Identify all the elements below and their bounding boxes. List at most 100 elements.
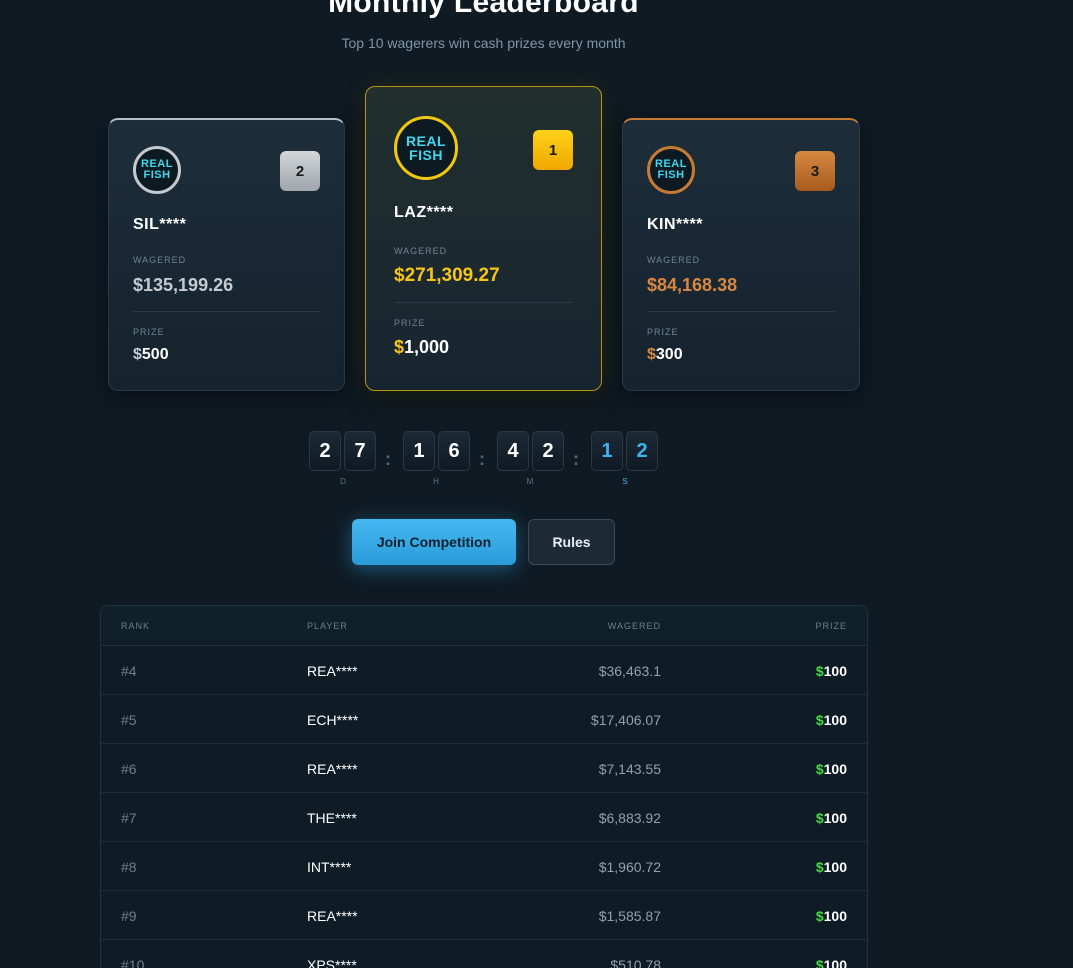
countdown-digit-days: 7 — [344, 431, 376, 471]
table-header: RANK PLAYER WAGERED PRIZE — [101, 606, 867, 646]
row-rank: #8 — [121, 859, 137, 875]
countdown-digit-minutes: 2 — [532, 431, 564, 471]
prize-label: PRIZE — [647, 327, 679, 337]
countdown-unit-minutes: M — [526, 477, 534, 486]
countdown-digit-minutes: 4 — [497, 431, 529, 471]
row-prize: $100 — [816, 761, 847, 777]
countdown-digit-days: 2 — [309, 431, 341, 471]
player-name: SIL**** — [133, 216, 187, 233]
countdown-separator: : — [385, 449, 391, 469]
currency-symbol: $ — [815, 810, 824, 826]
row-wagered: $1,585.87 — [598, 908, 661, 924]
player-name: KIN**** — [647, 216, 703, 233]
row-player: XPS**** — [307, 957, 357, 968]
wagered-label: WAGERED — [133, 255, 187, 265]
row-rank: #7 — [121, 810, 137, 826]
podium-card-first: REAL FISH 1 LAZ**** WAGERED $271,309.27 … — [365, 86, 602, 391]
currency-symbol: $ — [815, 712, 824, 728]
row-player: THE**** — [307, 810, 357, 826]
table-row: #10 XPS**** $510.78 $100 — [101, 940, 867, 968]
row-wagered: $36,463.1 — [598, 663, 661, 679]
row-rank: #10 — [121, 957, 145, 968]
row-prize: $100 — [816, 908, 847, 924]
header-rank: RANK — [121, 621, 151, 631]
currency-symbol: $ — [133, 346, 142, 363]
row-prize: $100 — [816, 663, 847, 679]
row-wagered: $6,883.92 — [598, 810, 661, 826]
currency-symbol: $ — [394, 337, 405, 357]
countdown-digit-seconds: 2 — [626, 431, 658, 471]
row-rank: #6 — [121, 761, 137, 777]
prize-label: PRIZE — [133, 327, 165, 337]
prize-value: 100 — [823, 859, 847, 875]
row-player: REA**** — [307, 663, 358, 679]
countdown-digit-hours: 1 — [403, 431, 435, 471]
podium-card-second: REAL FISH 2 SIL**** WAGERED $135,199.26 … — [108, 118, 345, 391]
avatar: REAL FISH — [133, 146, 181, 194]
leaderboard-table: RANK PLAYER WAGERED PRIZE #4 REA**** $36… — [100, 605, 868, 968]
wagered-label: WAGERED — [394, 246, 448, 256]
prize-label: PRIZE — [394, 318, 426, 328]
prize-value: 1,000 — [404, 337, 450, 357]
row-prize: $100 — [816, 859, 847, 875]
rank-badge: 3 — [795, 151, 835, 191]
join-competition-button[interactable]: Join Competition — [352, 519, 516, 565]
prize-value: 500 — [141, 346, 169, 363]
prize-value: 100 — [823, 712, 847, 728]
row-player: REA**** — [307, 908, 358, 924]
table-row: #6 REA**** $7,143.55 $100 — [101, 744, 867, 793]
leaderboard-page: Monthly Leaderboard Top 10 wagerers win … — [0, 0, 1073, 968]
prize-value: 100 — [823, 663, 847, 679]
row-player: ECH**** — [307, 712, 359, 728]
logo-text: REAL — [405, 133, 447, 149]
currency-symbol: $ — [815, 761, 824, 777]
countdown-separator: : — [573, 449, 579, 469]
table-row: #7 THE**** $6,883.92 $100 — [101, 793, 867, 842]
podium-card-third: REAL FISH 3 KIN**** WAGERED $84,168.38 P… — [622, 118, 860, 391]
prize-value: 300 — [655, 346, 683, 363]
prize-value: 100 — [823, 761, 847, 777]
table-row: #9 REA**** $1,585.87 $100 — [101, 891, 867, 940]
wagered-amount: $271,309.27 — [394, 265, 500, 286]
row-prize: $100 — [816, 712, 847, 728]
page-subtitle: Top 10 wagerers win cash prizes every mo… — [341, 35, 626, 51]
currency-symbol: $ — [647, 346, 656, 363]
currency-symbol: $ — [815, 663, 824, 679]
prize-value: 100 — [823, 908, 847, 924]
avatar: REAL FISH — [394, 116, 458, 180]
row-rank: #4 — [121, 663, 137, 679]
row-wagered: $1,960.72 — [598, 859, 661, 875]
countdown-digit-seconds: 1 — [591, 431, 623, 471]
divider — [647, 311, 835, 312]
currency-symbol: $ — [815, 957, 824, 968]
table-row: #4 REA**** $36,463.1 $100 — [101, 646, 867, 695]
wagered-amount: $135,199.26 — [133, 275, 234, 295]
row-rank: #9 — [121, 908, 137, 924]
prize-amount: $300 — [647, 346, 683, 364]
countdown-unit-seconds: S — [622, 477, 628, 486]
prize-value: 100 — [823, 957, 847, 968]
table-row: #5 ECH**** $17,406.07 $100 — [101, 695, 867, 744]
rules-button[interactable]: Rules — [528, 519, 615, 565]
header-player: PLAYER — [307, 621, 348, 631]
header-wagered: WAGERED — [607, 621, 661, 631]
countdown-separator: : — [479, 449, 485, 469]
countdown-unit-days: D — [340, 477, 346, 486]
currency-symbol: $ — [815, 859, 824, 875]
divider — [394, 302, 573, 303]
row-player: INT**** — [307, 859, 352, 875]
wagered-amount: $84,168.38 — [647, 275, 738, 295]
logo-text: FISH — [143, 169, 171, 181]
table-row: #8 INT**** $1,960.72 $100 — [101, 842, 867, 891]
rank-badge: 2 — [280, 151, 320, 191]
wagered-label: WAGERED — [647, 255, 701, 265]
currency-symbol: $ — [815, 908, 824, 924]
prize-amount: $500 — [133, 346, 169, 364]
page-title: Monthly Leaderboard — [328, 0, 639, 19]
header-prize: PRIZE — [815, 621, 847, 631]
prize-value: 100 — [823, 810, 847, 826]
rank-badge: 1 — [533, 130, 573, 170]
row-wagered: $7,143.55 — [598, 761, 661, 777]
row-prize: $100 — [816, 810, 847, 826]
row-wagered: $510.78 — [610, 957, 661, 968]
